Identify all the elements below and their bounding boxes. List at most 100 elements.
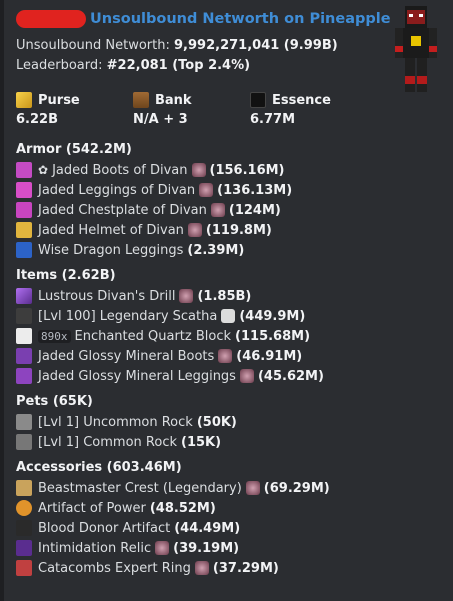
stat-label: Essence — [272, 92, 331, 108]
embed-title[interactable]: Unsoulbound Networth on Pineapple — [90, 11, 391, 27]
stat-label: Bank — [155, 92, 192, 108]
items-title: Items (2.62B) — [16, 268, 116, 283]
item-name: Blood Donor Artifact — [38, 520, 171, 536]
blood-donor-icon — [16, 520, 32, 536]
accessories-section: Accessories (603.46M) Beastmaster Crest … — [16, 458, 441, 578]
accessories-title: Accessories (603.46M) — [16, 460, 182, 475]
boots-icon — [16, 348, 32, 364]
gemstone-icon — [187, 223, 202, 237]
rock-pet-icon — [16, 434, 32, 450]
armor-section: Armor (542.2M) ✿ Jaded Boots of Divan (1… — [16, 140, 441, 260]
item-name: Enchanted Quartz Block — [74, 328, 232, 344]
star-icon: ✿ — [38, 163, 49, 177]
gemstone-icon — [194, 561, 209, 575]
item-name: Lustrous Divan's Drill — [38, 288, 176, 304]
ring-icon — [16, 560, 32, 576]
gemstone-icon — [245, 481, 260, 495]
stat-purse: Purse 6.22B — [16, 90, 133, 130]
leggings-icon — [16, 368, 32, 384]
pets-title: Pets (65K) — [16, 394, 93, 409]
item-name: [Lvl 1] Uncommon Rock — [38, 414, 193, 430]
item-value: (69.29M) — [263, 480, 330, 496]
scatha-pet-icon — [16, 308, 32, 324]
items-section: Items (2.62B) Lustrous Divan's Drill (1.… — [16, 266, 441, 386]
item-name: Artifact of Power — [38, 500, 146, 516]
quantity-badge: 890x — [38, 329, 71, 343]
list-item: Jaded Chestplate of Divan (124M) — [16, 200, 441, 220]
leaderboard-value: #22,081 (Top 2.4%) — [106, 58, 251, 73]
gemstone-icon — [199, 183, 214, 197]
essence-icon — [250, 92, 266, 108]
item-value: (119.8M) — [205, 222, 272, 238]
list-item: [Lvl 1] Uncommon Rock (50K) — [16, 412, 441, 432]
stat-value: 6.22B — [16, 112, 58, 127]
list-item: Wise Dragon Leggings (2.39M) — [16, 240, 441, 260]
crest-icon — [16, 480, 32, 496]
stat-essence: Essence 6.77M — [250, 90, 367, 130]
list-item: Jaded Helmet of Divan (119.8M) — [16, 220, 441, 240]
player-skin-thumbnail — [395, 6, 437, 92]
artifact-icon — [16, 500, 32, 516]
helmet-icon — [16, 222, 32, 238]
quartz-block-icon — [16, 328, 32, 344]
list-item: Lustrous Divan's Drill (1.85B) — [16, 286, 441, 306]
stat-bank: Bank N/A + 3 — [133, 90, 250, 130]
armor-title: Armor (542.2M) — [16, 142, 132, 157]
item-value: (37.29M) — [212, 560, 279, 576]
leggings-icon — [16, 182, 32, 198]
list-item: Beastmaster Crest (Legendary) (69.29M) — [16, 478, 441, 498]
networth-label: Unsoulbound Networth: — [16, 38, 170, 53]
item-value: (39.19M) — [173, 540, 240, 556]
embed-header: Unsoulbound Networth on Pineapple — [16, 8, 441, 30]
list-item: Jaded Glossy Mineral Boots (46.91M) — [16, 346, 441, 366]
item-name: Catacombs Expert Ring — [38, 560, 191, 576]
item-value: (136.13M) — [217, 182, 293, 198]
list-item: Blood Donor Artifact (44.49M) — [16, 518, 441, 538]
gemstone-icon — [179, 289, 194, 303]
list-item: ✿ Jaded Boots of Divan (156.16M) — [16, 160, 441, 180]
item-name: Beastmaster Crest (Legendary) — [38, 480, 242, 496]
stat-label: Purse — [38, 92, 80, 108]
list-item: Intimidation Relic (39.19M) — [16, 538, 441, 558]
item-name: Jaded Leggings of Divan — [38, 182, 196, 198]
chest-icon — [133, 92, 149, 108]
gold-coins-icon — [16, 92, 32, 108]
item-value: (15K) — [181, 434, 222, 450]
list-item: Catacombs Expert Ring (37.29M) — [16, 558, 441, 578]
relic-icon — [16, 540, 32, 556]
item-value: (44.49M) — [174, 520, 241, 536]
gemstone-icon — [221, 309, 236, 323]
stats-row: Purse 6.22B Bank N/A + 3 Essence 6.77M — [16, 90, 441, 130]
list-item: [Lvl 100] Legendary Scatha (449.9M) — [16, 306, 441, 326]
chestplate-icon — [16, 202, 32, 218]
gemstone-icon — [155, 541, 170, 555]
leggings-icon — [16, 242, 32, 258]
gemstone-icon — [218, 349, 233, 363]
redacted-username — [16, 10, 86, 28]
item-value: (45.62M) — [257, 368, 324, 384]
item-value: (50K) — [196, 414, 237, 430]
item-name: Jaded Helmet of Divan — [38, 222, 184, 238]
leaderboard-label: Leaderboard: — [16, 58, 103, 73]
item-name: [Lvl 100] Legendary Scatha — [38, 308, 218, 324]
gemstone-icon — [239, 369, 254, 383]
item-value: (46.91M) — [236, 348, 303, 364]
list-item: Artifact of Power (48.52M) — [16, 498, 441, 518]
pets-section: Pets (65K) [Lvl 1] Uncommon Rock (50K) [… — [16, 392, 441, 452]
item-value: (156.16M) — [209, 162, 285, 178]
item-value: (124M) — [228, 202, 281, 218]
list-item: Jaded Leggings of Divan (136.13M) — [16, 180, 441, 200]
rock-pet-icon — [16, 414, 32, 430]
list-item: Jaded Glossy Mineral Leggings (45.62M) — [16, 366, 441, 386]
drill-icon — [16, 288, 32, 304]
item-value: (1.85B) — [197, 288, 252, 304]
item-name: Intimidation Relic — [38, 540, 152, 556]
networth-value: 9,992,271,041 (9.99B) — [174, 38, 338, 53]
item-name: Jaded Chestplate of Divan — [38, 202, 207, 218]
gemstone-icon — [191, 163, 206, 177]
item-value: (48.52M) — [149, 500, 216, 516]
gemstone-icon — [210, 203, 225, 217]
stat-value: N/A + 3 — [133, 112, 188, 127]
item-value: (115.68M) — [235, 328, 311, 344]
list-item: 890x Enchanted Quartz Block (115.68M) — [16, 326, 441, 346]
